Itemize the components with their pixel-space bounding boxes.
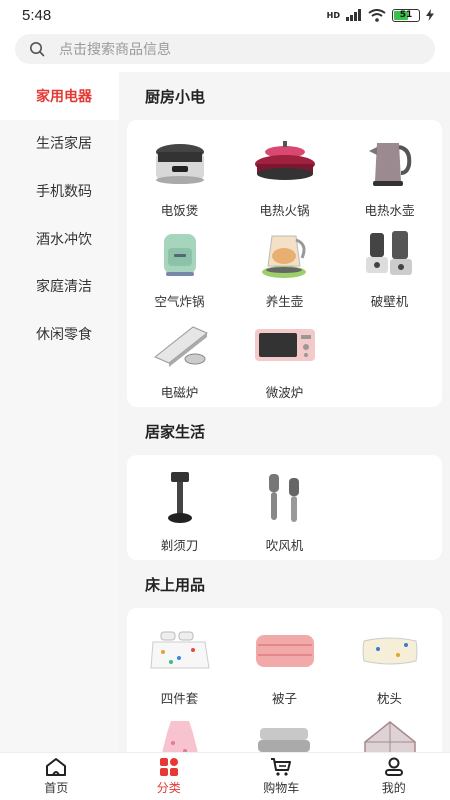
product-label: 被子 [271, 691, 297, 706]
category-sidebar: 家用电器 生活家居 手机数码 酒水冲饮 家庭清洁 休闲零食 [0, 72, 119, 752]
product-label: 破壁机 [370, 294, 409, 309]
status-bar: 5:48 HD 51 [0, 0, 450, 30]
sidebar-item-appliances[interactable]: 家用电器 [0, 72, 119, 120]
sidebar-item-snacks[interactable]: 休闲零食 [0, 310, 119, 358]
section-title: 床上用品 [145, 575, 206, 594]
mosquito-net-icon [363, 721, 416, 752]
profile-icon [384, 757, 403, 776]
search-input[interactable]: 点击搜索商品信息 [15, 34, 435, 64]
home-icon [46, 758, 67, 776]
product-label: 电热水壶 [364, 203, 415, 218]
sidebar-item-drinks[interactable]: 酒水冲饮 [0, 215, 119, 263]
network-label: HD [326, 10, 340, 20]
wifi-icon [368, 8, 386, 22]
pillow-icon [362, 637, 417, 665]
health-pot-icon [261, 235, 306, 278]
tab-label: 购物车 [263, 781, 300, 795]
cart-icon [271, 758, 292, 776]
product-label: 电饭煲 [160, 203, 199, 218]
tab-label: 首页 [44, 781, 69, 795]
tab-profile[interactable]: 我的 [338, 753, 450, 800]
hair-dryer-icon [268, 474, 299, 522]
product-item[interactable]: 破壁机 [337, 219, 442, 310]
sidebar-item-cleaning[interactable]: 家庭清洁 [0, 262, 119, 310]
product-label: 剃须刀 [160, 538, 199, 553]
sidebar-item-label: 家用电器 [36, 88, 92, 105]
battery-level: 51 [399, 10, 413, 20]
mattress-icon [257, 728, 310, 752]
induction-cooker-icon [153, 326, 208, 367]
category-icon [159, 758, 178, 776]
sidebar-item-label: 酒水冲饮 [36, 231, 92, 248]
product-item[interactable]: 电热火锅 [232, 128, 337, 219]
search-icon [30, 42, 45, 57]
air-fryer-icon [163, 234, 196, 276]
status-icons: HD 51 [326, 8, 434, 22]
nightgown-icon [161, 721, 198, 752]
battery-icon: 51 [392, 8, 420, 22]
tab-cart[interactable]: 购物车 [225, 753, 338, 800]
product-label: 枕头 [376, 691, 402, 706]
bedding-set-icon [149, 631, 210, 669]
search-bar: 点击搜索商品信息 [0, 30, 450, 72]
sidebar-item-home-living[interactable]: 生活家居 [0, 120, 119, 168]
bottom-tab-bar: 首页 分类 购物车 我的 [0, 752, 450, 800]
product-grid-home: 剃须刀 吹风机 [127, 455, 442, 560]
tab-category[interactable]: 分类 [113, 753, 226, 800]
signal-icon [346, 9, 361, 21]
product-label: 空气炸锅 [154, 294, 205, 309]
product-item[interactable]: 被子 [232, 616, 337, 707]
product-grid-kitchen: 电饭煲 电热火锅 电热水壶 空气炸锅 养生壶 破壁机 电磁炉 微波炉 [127, 120, 442, 407]
hot-pot-icon [254, 141, 315, 180]
tab-home[interactable]: 首页 [0, 753, 113, 800]
sidebar-item-label: 休闲零食 [36, 326, 92, 343]
microwave-icon [254, 329, 315, 361]
search-placeholder: 点击搜索商品信息 [59, 42, 171, 58]
quilt-icon [255, 635, 314, 667]
charging-icon [426, 9, 434, 21]
product-label: 养生壶 [265, 294, 304, 309]
section-title: 厨房小电 [145, 87, 206, 106]
section-title: 居家生活 [145, 422, 206, 441]
product-item[interactable]: 剃须刀 [127, 463, 232, 554]
tab-label: 分类 [156, 781, 181, 795]
product-item[interactable]: 养生壶 [232, 219, 337, 310]
product-label: 微波炉 [265, 385, 304, 400]
sidebar-item-label: 家庭清洁 [36, 279, 92, 296]
product-item[interactable]: 吹风机 [232, 463, 337, 554]
product-label: 电热火锅 [259, 203, 310, 218]
tab-label: 我的 [381, 781, 406, 795]
status-time: 5:48 [22, 6, 52, 24]
product-item[interactable] [337, 707, 442, 752]
product-item[interactable] [232, 707, 337, 752]
product-item[interactable]: 枕头 [337, 616, 442, 707]
product-item[interactable] [127, 707, 232, 752]
product-item[interactable]: 电磁炉 [127, 310, 232, 401]
product-item[interactable]: 电饭煲 [127, 128, 232, 219]
product-label: 四件套 [160, 691, 199, 706]
razor-icon [167, 472, 192, 523]
sidebar-item-digital[interactable]: 手机数码 [0, 167, 119, 215]
product-label: 吹风机 [265, 538, 304, 553]
product-item[interactable]: 电热水壶 [337, 128, 442, 219]
empty-cell [337, 463, 442, 554]
rice-cooker-icon [155, 144, 204, 184]
product-item[interactable]: 空气炸锅 [127, 219, 232, 310]
kettle-icon [368, 143, 411, 186]
sidebar-item-label: 生活家居 [36, 136, 92, 153]
category-content: 厨房小电 电饭煲 电热火锅 电热水壶 空气炸锅 养生壶 破壁机 电磁炉 微波炉 … [119, 72, 450, 752]
product-grid-bedding: 四件套 被子 枕头 [127, 608, 442, 752]
blender-icon [365, 231, 412, 275]
product-item[interactable]: 微波炉 [232, 310, 337, 401]
product-label: 电磁炉 [160, 385, 199, 400]
sidebar-item-label: 手机数码 [36, 183, 92, 200]
product-item[interactable]: 四件套 [127, 616, 232, 707]
